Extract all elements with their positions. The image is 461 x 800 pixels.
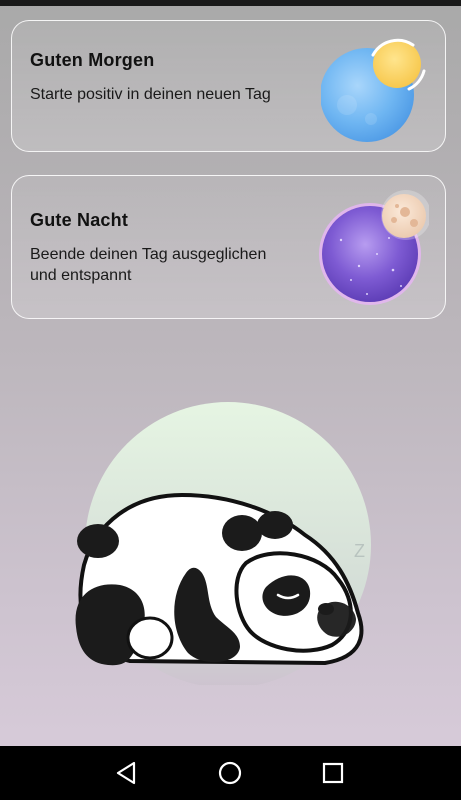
card-subtitle: Starte positiv in deinen neuen Tag [30, 86, 271, 103]
moon-planet-icon [319, 190, 431, 308]
home-icon[interactable] [215, 758, 245, 788]
sleeping-panda-illustration: Z [70, 395, 390, 688]
card-title: Guten Morgen [30, 50, 155, 70]
good-morning-card[interactable]: Guten Morgen Starte positiv in deinen ne… [11, 20, 446, 152]
navigation-bar [0, 746, 461, 800]
card-title: Gute Nacht [30, 210, 129, 230]
card-subtitle: Beende deinen Tag ausgeglichen und entsp… [30, 246, 267, 284]
back-icon[interactable] [112, 758, 142, 788]
screen: Guten Morgen Starte positiv in deinen ne… [0, 0, 461, 800]
status-bar [0, 0, 461, 6]
sleep-z-mark: Z [354, 541, 365, 561]
good-night-card[interactable]: Gute Nacht Beende deinen Tag ausgegliche… [11, 175, 446, 319]
recent-apps-icon[interactable] [318, 758, 348, 788]
sun-planet-icon [320, 35, 433, 145]
